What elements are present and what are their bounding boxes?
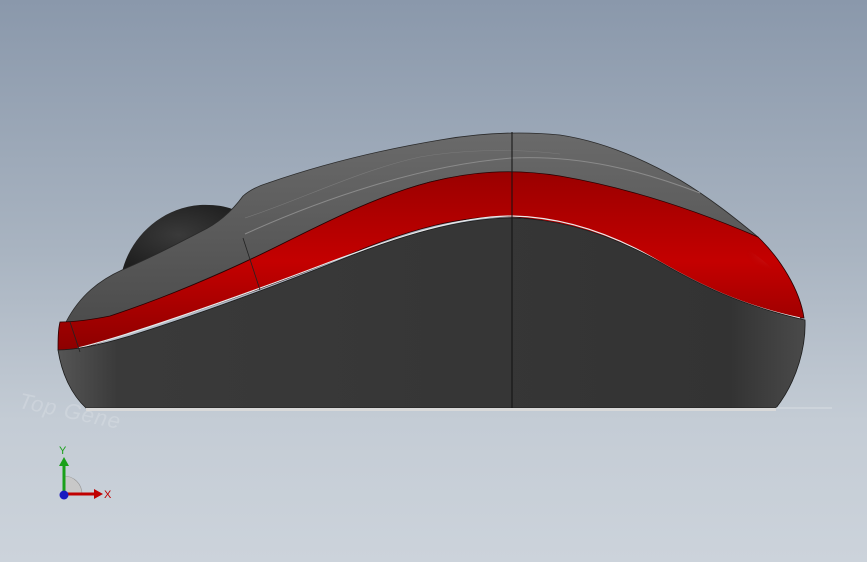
z-axis-icon — [59, 490, 69, 500]
coordinate-triad[interactable]: Y X — [50, 440, 120, 510]
y-arrow-icon — [59, 457, 69, 466]
triad-arc — [63, 475, 83, 495]
x-arrow-icon — [94, 489, 103, 499]
y-axis-label: Y — [59, 445, 67, 457]
base-bottom-edge — [86, 408, 776, 411]
x-axis-label: X — [104, 489, 112, 501]
mouse-model[interactable] — [0, 0, 867, 562]
graphics-viewport[interactable]: Top Gene Y X — [0, 0, 867, 562]
